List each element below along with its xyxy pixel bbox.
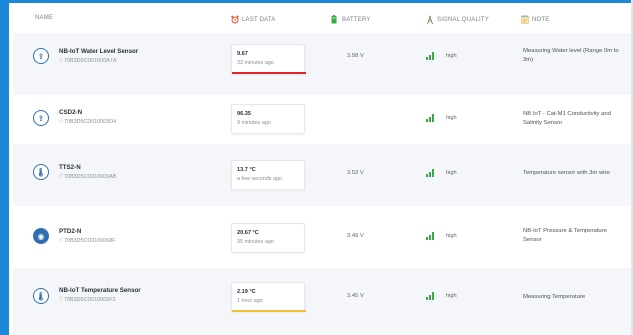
- signal-bars-icon: [426, 232, 435, 240]
- battery-icon: [331, 15, 339, 24]
- battery-value: 3.49 V: [347, 233, 364, 239]
- sensor-serial: 70B3D5CD010009AB: [59, 173, 116, 180]
- pressure-icon: ◉: [33, 228, 49, 244]
- thermometer-icon: 🌡︎: [33, 288, 49, 304]
- last-data-value: 13.7 °C: [237, 167, 256, 173]
- status-bar-red: [232, 72, 306, 74]
- thermometer-icon: 🌡︎: [33, 164, 49, 180]
- battery-value: 3.45 V: [347, 293, 364, 299]
- signal-quality-value: high: [446, 170, 457, 176]
- column-header-battery-label: BATTERY: [342, 16, 371, 23]
- last-data-time: 33 minutes ago: [237, 60, 274, 66]
- sensor-table: NAME LAST DATA BATTERY SIGNAL QUALITY NO…: [13, 3, 631, 335]
- signal-quality-value: high: [446, 115, 457, 121]
- signal-quality-value: high: [446, 53, 457, 59]
- battery-value: 3.58 V: [347, 53, 364, 59]
- column-header-signal-quality[interactable]: SIGNAL QUALITY: [426, 15, 489, 25]
- last-data-time: 9 minutes ago: [237, 120, 271, 126]
- last-data-card[interactable]: 13.7 °C a few seconds ago: [231, 160, 305, 190]
- signal-quality-value: high: [446, 233, 457, 239]
- last-data-card[interactable]: 20.67 °C 35 minutes ago: [231, 223, 305, 253]
- sensor-note: Temperature sensor with 3m wire: [523, 170, 610, 176]
- alarm-clock-icon: [231, 15, 239, 24]
- last-data-time: 35 minutes ago: [237, 239, 274, 245]
- sensor-name[interactable]: CSD2-N: [59, 109, 82, 116]
- column-header-last-data-label: LAST DATA: [242, 16, 276, 23]
- window-frame-left: [0, 0, 9, 335]
- status-bar-yellow: [232, 310, 306, 312]
- sensor-note: Measuring Temperature: [523, 294, 586, 300]
- column-header-name[interactable]: NAME: [35, 15, 53, 21]
- antenna-icon: [426, 15, 434, 25]
- last-data-card[interactable]: 96.35 9 minutes ago: [231, 104, 305, 134]
- sensor-name[interactable]: NB-IoT Temperature Sensor: [59, 287, 141, 294]
- sensor-serial: 70B3D5CD010009D4: [59, 118, 116, 125]
- sensor-note: Measuring Water level (Range 0m to 3m): [523, 48, 619, 63]
- conductivity-icon: ⇪: [33, 110, 49, 126]
- last-data-value: 2.19 °C: [237, 289, 256, 295]
- column-header-name-label: NAME: [35, 15, 54, 21]
- notepad-icon: [521, 15, 529, 24]
- signal-bars-icon: [426, 52, 435, 60]
- sensor-name[interactable]: TTS2-N: [59, 164, 81, 171]
- table-row[interactable]: 🌡︎ TTS2-N 70B3D5CD010009AB 13.7 °C a few…: [13, 144, 631, 206]
- sensor-name[interactable]: PTD2-N: [59, 228, 81, 235]
- sensor-note: NB-IoT Pressure & Temperature Sensor: [523, 228, 607, 243]
- table-row-partial: [13, 330, 631, 335]
- sensor-serial: 70B3D5CD01000A7A: [59, 57, 116, 64]
- table-row[interactable]: ⇪ NB-IoT Water Level Sensor 70B3D5CD0100…: [13, 33, 631, 95]
- column-header-note-label: NOTE: [532, 16, 550, 23]
- last-data-value: 96.35: [237, 111, 251, 117]
- table-row[interactable]: 🌡︎ NB-IoT Temperature Sensor 70B3D5CD010…: [13, 268, 631, 330]
- last-data-value: 20.67 °C: [237, 230, 259, 236]
- battery-value: 3.53 V: [347, 170, 364, 176]
- signal-quality-value: high: [446, 293, 457, 299]
- sensor-name[interactable]: NB-IoT Water Level Sensor: [59, 48, 138, 55]
- table-row[interactable]: ◉ PTD2-N 70B3D5CD0100068F 20.67 °C 35 mi…: [13, 206, 631, 268]
- last-data-card[interactable]: 9.67 33 minutes ago: [231, 44, 306, 74]
- table-header: NAME LAST DATA BATTERY SIGNAL QUALITY NO…: [13, 3, 631, 33]
- sensor-serial: 70B3D5CD0100068F: [59, 237, 116, 244]
- column-header-last-data[interactable]: LAST DATA: [231, 15, 275, 24]
- last-data-value: 9.67: [237, 51, 248, 57]
- last-data-card[interactable]: 2.19 °C 1 hour ago: [231, 282, 306, 312]
- sensor-serial: 70B3D5CD010005F2: [59, 296, 116, 303]
- signal-bars-icon: [426, 169, 435, 177]
- column-header-note[interactable]: NOTE: [521, 15, 549, 24]
- last-data-time: a few seconds ago: [237, 176, 282, 182]
- sensor-note: NB IoT - Cat-M1 Conductivity and Salinit…: [523, 111, 611, 126]
- column-header-signal-quality-label: SIGNAL QUALITY: [437, 16, 489, 23]
- last-data-time: 1 hour ago: [237, 298, 263, 304]
- signal-bars-icon: [426, 114, 435, 122]
- signal-bars-icon: [426, 292, 435, 300]
- water-level-icon: ⇪: [33, 48, 49, 64]
- column-header-battery[interactable]: BATTERY: [331, 15, 371, 24]
